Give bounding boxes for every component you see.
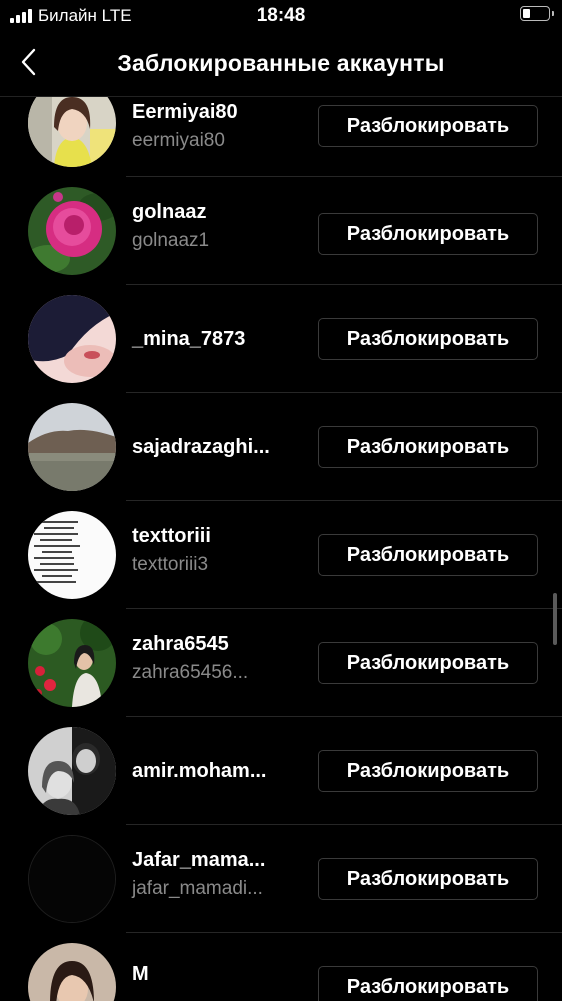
unblock-button[interactable]: Разблокировать	[318, 318, 538, 360]
status-bar: Билайн LTE 18:48	[0, 0, 562, 32]
blocked-accounts-list[interactable]: Eermiyai80 eermiyai80 Разблокировать gol…	[0, 96, 562, 1001]
unblock-button[interactable]: Разблокировать	[318, 642, 538, 684]
account-name: _mina_7873	[132, 328, 246, 350]
navigation-header: Заблокированные аккаунты	[0, 32, 562, 94]
avatar[interactable]	[28, 403, 116, 491]
account-handle: texttoriii3	[132, 554, 209, 575]
unblock-button[interactable]: Разблокировать	[318, 426, 538, 468]
list-item[interactable]: Jafar_mama... jafar_mamadi... Разблокиро…	[0, 825, 562, 933]
avatar[interactable]	[28, 943, 116, 1001]
list-item[interactable]: Eermiyai80 eermiyai80 Разблокировать	[0, 97, 562, 177]
unblock-button[interactable]: Разблокировать	[318, 750, 538, 792]
avatar[interactable]	[28, 187, 116, 275]
list-item[interactable]: _mina_7873 Разблокировать	[0, 285, 562, 393]
unblock-button[interactable]: Разблокировать	[318, 534, 538, 576]
account-name: Eermiyai80	[132, 101, 238, 123]
avatar[interactable]	[28, 619, 116, 707]
unblock-button[interactable]: Разблокировать	[318, 105, 538, 147]
account-handle: jafar_mamadi...	[132, 878, 263, 899]
list-item[interactable]: M Разблокировать	[0, 933, 562, 1001]
battery-icon	[520, 6, 554, 21]
avatar[interactable]	[28, 511, 116, 599]
account-name: sajadrazaghi...	[132, 436, 270, 458]
unblock-button[interactable]: Разблокировать	[318, 966, 538, 1001]
avatar[interactable]	[28, 835, 116, 923]
avatar[interactable]	[28, 295, 116, 383]
list-item[interactable]: amir.moham... Разблокировать	[0, 717, 562, 825]
account-name: texttoriii	[132, 525, 211, 547]
list-item[interactable]: zahra6545 zahra65456... Разблокировать	[0, 609, 562, 717]
avatar[interactable]	[28, 97, 116, 167]
account-name: M	[132, 963, 149, 985]
account-name: golnaaz	[132, 201, 207, 223]
account-handle: golnaaz1	[132, 230, 210, 251]
account-name: zahra6545	[132, 633, 229, 655]
account-name: Jafar_mama...	[132, 849, 266, 871]
list-item[interactable]: texttoriii texttoriii3 Разблокировать	[0, 501, 562, 609]
page-title: Заблокированные аккаунты	[117, 50, 445, 76]
account-name: amir.moham...	[132, 760, 267, 782]
status-time: 18:48	[256, 5, 306, 26]
avatar[interactable]	[28, 727, 116, 815]
list-item[interactable]: sajadrazaghi... Разблокировать	[0, 393, 562, 501]
unblock-button[interactable]: Разблокировать	[318, 213, 538, 255]
scrollbar[interactable]	[553, 593, 557, 645]
list-item[interactable]: golnaaz golnaaz1 Разблокировать	[0, 177, 562, 285]
account-handle: eermiyai80	[132, 130, 225, 151]
unblock-button[interactable]: Разблокировать	[318, 858, 538, 900]
account-handle: zahra65456...	[132, 662, 249, 683]
